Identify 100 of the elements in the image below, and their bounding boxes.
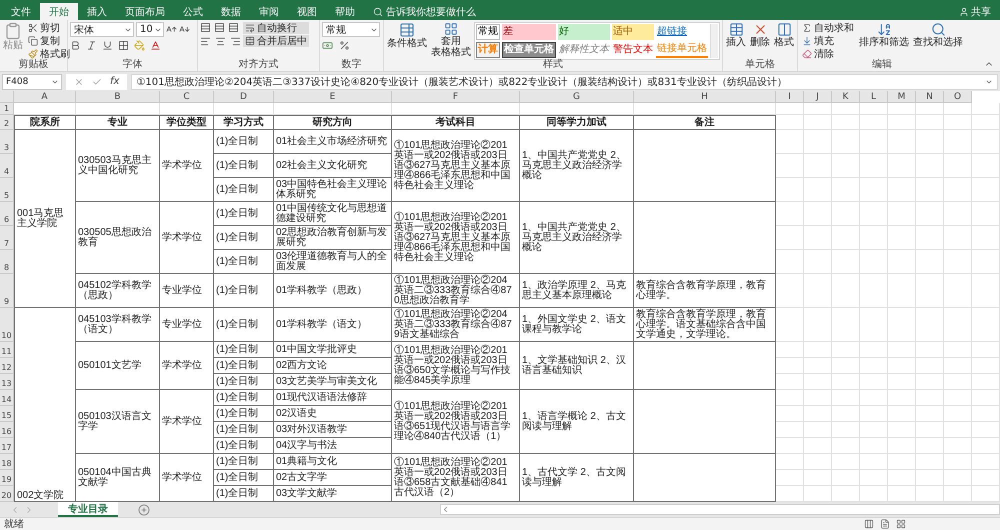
empty-cell[interactable] [832, 406, 860, 422]
empty-cell[interactable] [776, 103, 804, 115]
row-number[interactable]: 20 [0, 486, 14, 502]
empty-cell[interactable] [860, 130, 888, 154]
empty-cell[interactable] [888, 202, 916, 226]
empty-cell[interactable] [944, 178, 972, 202]
empty-cell[interactable] [804, 470, 832, 486]
wrap-text-button[interactable]: 自动换行 [243, 22, 309, 34]
empty-cell[interactable] [832, 342, 860, 358]
column-letter[interactable]: D [214, 91, 274, 103]
font-color-icon[interactable] [150, 40, 161, 51]
row-number[interactable]: 16 [0, 422, 14, 438]
ribbon-tab[interactable]: 审阅 [250, 3, 288, 20]
empty-cell[interactable] [972, 342, 1000, 358]
empty-cell[interactable] [944, 308, 972, 342]
confirm-icon[interactable] [92, 76, 102, 86]
row-number[interactable]: 13 [0, 374, 14, 390]
sort-filter-button[interactable]: 排序和筛选 [858, 22, 910, 48]
row-number[interactable]: 7 [0, 226, 14, 250]
empty-cell[interactable] [944, 390, 972, 406]
empty-cell[interactable] [972, 226, 1000, 250]
column-letter[interactable]: F [392, 91, 520, 103]
empty-cell[interactable] [916, 470, 944, 486]
empty-cell[interactable] [916, 342, 944, 358]
empty-cell[interactable] [804, 406, 832, 422]
empty-cell[interactable] [860, 358, 888, 374]
empty-cell[interactable] [860, 274, 888, 308]
ribbon-tab[interactable]: 视图 [288, 3, 326, 20]
column-letter[interactable]: L [860, 91, 888, 103]
empty-cell[interactable] [972, 308, 1000, 342]
empty-cell[interactable] [832, 202, 860, 226]
format-painter-button[interactable]: 格式刷 [26, 48, 72, 60]
tell-me-search[interactable]: 告诉我你想要做什么 [370, 3, 479, 20]
columns-icon[interactable] [776, 22, 792, 37]
empty-cell[interactable] [804, 130, 832, 154]
percent-icon[interactable] [339, 40, 350, 51]
empty-cell[interactable] [804, 178, 832, 202]
empty-cell[interactable] [832, 103, 860, 115]
empty-cell[interactable] [860, 103, 888, 115]
column-letter[interactable]: C [160, 91, 214, 103]
empty-cell[interactable] [860, 226, 888, 250]
empty-cell[interactable] [916, 422, 944, 438]
user-icon[interactable] [959, 6, 969, 16]
empty-cell[interactable] [944, 454, 972, 470]
empty-cell[interactable] [972, 390, 1000, 406]
empty-cell[interactable] [888, 358, 916, 374]
empty-cell[interactable] [972, 154, 1000, 178]
grid-icon[interactable] [444, 22, 458, 36]
scroll-left-icon[interactable] [441, 505, 450, 514]
copy-button[interactable]: 复制 [26, 35, 72, 47]
empty-cell[interactable] [804, 274, 832, 308]
empty-cell[interactable] [944, 115, 972, 130]
font-size-select[interactable]: 10 [136, 22, 164, 37]
empty-cell[interactable] [804, 438, 832, 454]
empty-cell[interactable] [972, 250, 1000, 274]
empty-cell[interactable] [888, 406, 916, 422]
sheet-tab[interactable]: 专业目录 [58, 502, 118, 517]
clipboard-icon[interactable] [4, 22, 22, 40]
empty-cell[interactable] [804, 308, 832, 342]
ribbon-tab[interactable]: 公式 [174, 3, 212, 20]
empty-cell[interactable] [944, 154, 972, 178]
row-number[interactable]: 14 [0, 390, 14, 406]
empty-cell[interactable] [888, 342, 916, 358]
empty-cell[interactable] [888, 250, 916, 274]
empty-cell[interactable] [860, 342, 888, 358]
empty-cell[interactable] [888, 226, 916, 250]
empty-cell[interactable] [804, 115, 832, 130]
empty-cell[interactable] [860, 454, 888, 470]
empty-cell[interactable] [944, 250, 972, 274]
empty-cell[interactable] [888, 470, 916, 486]
empty-cell[interactable] [888, 130, 916, 154]
sigma-icon[interactable] [802, 23, 812, 33]
add-sheet-icon[interactable] [138, 504, 150, 516]
merge-center-button[interactable]: 合并后居中 [243, 35, 309, 47]
ribbon-tab[interactable]: 插入 [78, 3, 116, 20]
cell-style-item[interactable]: 好 [558, 24, 610, 40]
arrow-down-icon[interactable] [802, 36, 812, 46]
empty-cell[interactable] [832, 274, 860, 308]
sort-icon[interactable] [876, 22, 892, 37]
empty-cell[interactable] [944, 358, 972, 374]
search-icon[interactable] [373, 6, 383, 16]
empty-cell[interactable] [972, 470, 1000, 486]
table-icon[interactable] [728, 22, 744, 37]
wrap-icon[interactable] [245, 23, 255, 33]
empty-cell[interactable] [916, 103, 944, 115]
empty-cell[interactable] [832, 374, 860, 390]
ribbon-tab[interactable]: 页面布局 [116, 3, 174, 20]
empty-cell[interactable] [972, 406, 1000, 422]
merge-icon[interactable] [245, 36, 255, 46]
empty-cell[interactable] [944, 274, 972, 308]
number-format-select[interactable]: 常规 [322, 22, 380, 37]
empty-cell[interactable] [832, 454, 860, 470]
bold-icon[interactable] [70, 40, 81, 51]
empty-cell[interactable] [916, 390, 944, 406]
empty-cell[interactable] [804, 342, 832, 358]
empty-cell[interactable] [888, 422, 916, 438]
horizontal-scrollbar[interactable] [440, 504, 1000, 515]
empty-cell[interactable] [860, 406, 888, 422]
empty-cell[interactable] [804, 202, 832, 226]
empty-cell[interactable] [832, 308, 860, 342]
